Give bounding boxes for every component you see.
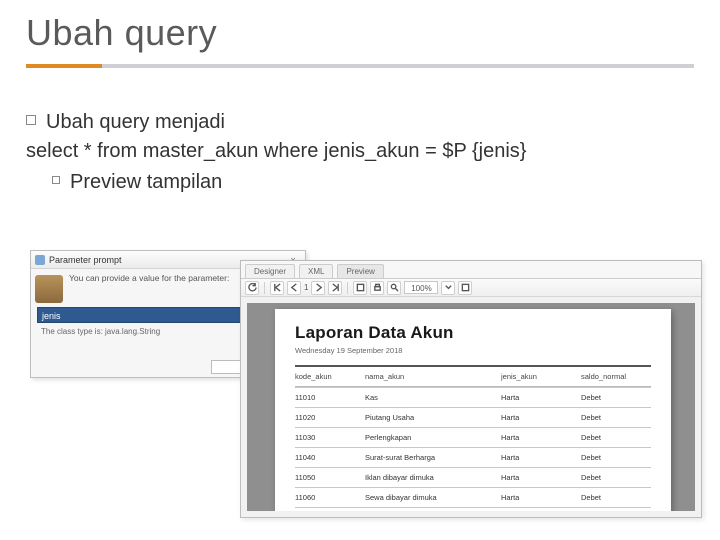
zoom-icon[interactable] (387, 281, 401, 295)
bullet-2-text: Preview tampilan (70, 168, 222, 197)
table-row: 11010KasHartaDebet (295, 387, 651, 407)
cell-saldo: Debet (581, 433, 651, 442)
table-row: 11060Sewa dibayar dimukaHartaDebet (295, 487, 651, 507)
prev-page-icon[interactable] (287, 281, 301, 295)
cell-jenis: Harta (501, 473, 581, 482)
bullet-1-text: Ubah query menjadi (46, 108, 225, 137)
preview-tabs: Designer XML Preview (241, 261, 701, 279)
cell-saldo: Debet (581, 393, 651, 402)
cell-jenis: Harta (501, 393, 581, 402)
dialog-main-icon (35, 275, 63, 303)
cell-nama: Surat-surat Berharga (365, 453, 501, 462)
cell-saldo: Debet (581, 493, 651, 502)
title-underline (26, 64, 694, 68)
cell-nama: Perlengkapan (365, 433, 501, 442)
print-icon[interactable] (370, 281, 384, 295)
table-row: 11030PerlengkapanHartaDebet (295, 427, 651, 447)
col-header: jenis_akun (501, 372, 581, 381)
tab-xml[interactable]: XML (299, 264, 333, 278)
refresh-icon[interactable] (245, 281, 259, 295)
zoom-dropdown-icon[interactable] (441, 281, 455, 295)
cell-kode: 11050 (295, 473, 365, 482)
col-header: nama_akun (365, 372, 501, 381)
cell-nama: Iklan dibayar dimuka (365, 473, 501, 482)
preview-toolbar: 1 100% (241, 279, 701, 297)
slide-root: Ubah query Ubah query menjadi select * f… (0, 0, 720, 540)
cell-nama: Kas (365, 393, 501, 402)
slide-body: Ubah query menjadi select * from master_… (26, 108, 694, 197)
cell-jenis: Harta (501, 413, 581, 422)
cell-kode: 11040 (295, 453, 365, 462)
table-row: 11020Piutang UsahaHartaDebet (295, 407, 651, 427)
cell-kode: 11030 (295, 433, 365, 442)
query-line: select * from master_akun where jenis_ak… (26, 137, 694, 166)
col-header: saldo_normal (581, 372, 651, 381)
table-row: 11040Surat-surat BerhargaHartaDebet (295, 447, 651, 467)
preview-canvas: Laporan Data Akun Wednesday 19 September… (247, 303, 695, 511)
cell-nama: Piutang Usaha (365, 413, 501, 422)
tab-preview[interactable]: Preview (337, 264, 383, 278)
report-date: Wednesday 19 September 2018 (295, 346, 651, 355)
tab-designer[interactable]: Designer (245, 264, 295, 278)
cell-jenis: Harta (501, 433, 581, 442)
fit-page-icon[interactable] (458, 281, 472, 295)
report-table: kode_akun nama_akun jenis_akun saldo_nor… (295, 365, 651, 511)
cell-jenis: Harta (501, 493, 581, 502)
last-page-icon[interactable] (328, 281, 342, 295)
cell-saldo: Debet (581, 413, 651, 422)
next-page-icon[interactable] (311, 281, 325, 295)
report-title: Laporan Data Akun (295, 323, 651, 343)
table-header-row: kode_akun nama_akun jenis_akun saldo_nor… (295, 365, 651, 387)
cell-kode: 11060 (295, 493, 365, 502)
cell-saldo: Debet (581, 473, 651, 482)
report-preview-window: Designer XML Preview 1 100% (240, 260, 702, 518)
cell-jenis: Harta (501, 453, 581, 462)
screenshots-area: Parameter prompt × You can provide a val… (30, 250, 690, 520)
cell-nama: Sewa dibayar dimuka (365, 493, 501, 502)
dialog-message: You can provide a value for the paramete… (69, 273, 229, 303)
bullet-icon (26, 115, 36, 125)
cell-kode: 11010 (295, 393, 365, 402)
report-page: Laporan Data Akun Wednesday 19 September… (275, 309, 671, 511)
slide-title: Ubah query (26, 12, 694, 54)
table-row: 12010TanahHartaDebet (295, 507, 651, 511)
cell-saldo: Debet (581, 453, 651, 462)
page-indicator: 1 (304, 283, 308, 292)
col-header: kode_akun (295, 372, 365, 381)
export-icon[interactable] (353, 281, 367, 295)
first-page-icon[interactable] (270, 281, 284, 295)
cell-kode: 11020 (295, 413, 365, 422)
dialog-app-icon (35, 255, 45, 265)
subbullet-icon (52, 176, 60, 184)
table-row: 11050Iklan dibayar dimukaHartaDebet (295, 467, 651, 487)
zoom-level[interactable]: 100% (404, 281, 438, 294)
